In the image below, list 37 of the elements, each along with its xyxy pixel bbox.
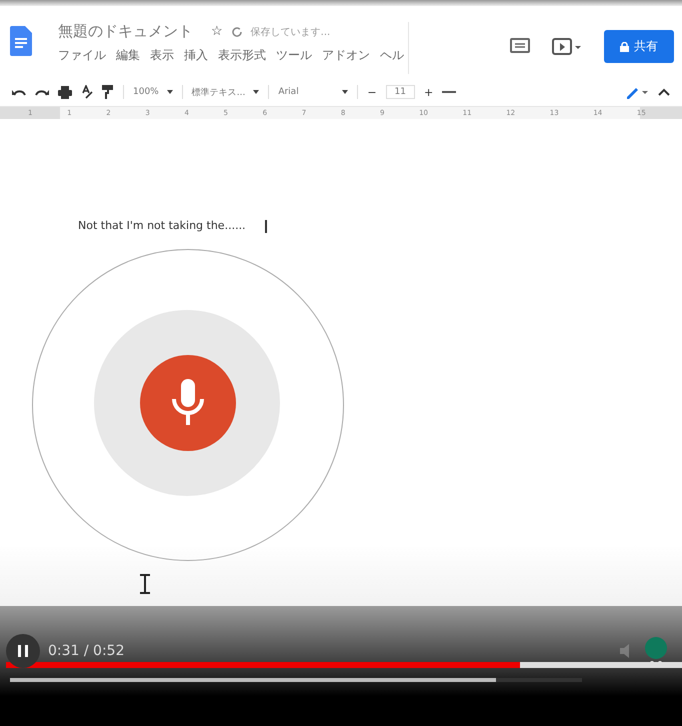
lock-icon [620, 42, 629, 52]
style-dropdown[interactable]: 標準テキス... [192, 86, 260, 98]
caret-icon [253, 90, 260, 94]
comment-icon[interactable] [510, 38, 530, 56]
time-display: 0:31 / 0:52 [48, 643, 124, 659]
star-icon[interactable]: ☆ [211, 24, 223, 39]
caret-icon [166, 90, 173, 94]
sync-icon [230, 26, 243, 38]
increase-size-button[interactable]: + [424, 86, 434, 98]
spellcheck-icon[interactable] [81, 85, 93, 99]
collapse-icon[interactable] [658, 88, 670, 96]
zoom-dropdown[interactable]: 100% [133, 87, 173, 97]
paint-format-icon[interactable] [102, 85, 114, 99]
menu-item[interactable]: ファイル [58, 47, 106, 64]
menu-item[interactable]: 表示形式 [218, 47, 266, 64]
document-title[interactable]: 無題のドキュメント [58, 22, 193, 41]
share-button[interactable]: 共有 [604, 30, 674, 63]
pen-icon[interactable] [625, 85, 649, 99]
progress-bar[interactable] [6, 662, 682, 668]
menu-item[interactable]: ヘル [380, 47, 404, 64]
menu-item[interactable]: 編集 [116, 47, 140, 64]
font-dropdown[interactable]: Arial [278, 87, 348, 97]
pause-icon [18, 645, 28, 657]
document-text: Not that I'm not taking the...... [78, 219, 246, 232]
caret-icon [342, 90, 348, 94]
menu-item[interactable]: 挿入 [184, 47, 208, 64]
present-icon[interactable] [552, 38, 582, 56]
more-icon[interactable] [442, 90, 456, 94]
document-icon[interactable] [10, 26, 32, 56]
font-size-field[interactable]: 11 [386, 85, 415, 99]
menu-item[interactable]: ツール [276, 47, 312, 64]
pause-button[interactable] [6, 634, 40, 668]
decrease-size-button[interactable]: − [367, 86, 377, 98]
text-cursor-icon [139, 574, 151, 594]
menu-item[interactable]: 表示 [150, 47, 174, 64]
save-status: 保存しています... [250, 26, 330, 38]
menu-item[interactable]: アドオン [322, 47, 370, 64]
